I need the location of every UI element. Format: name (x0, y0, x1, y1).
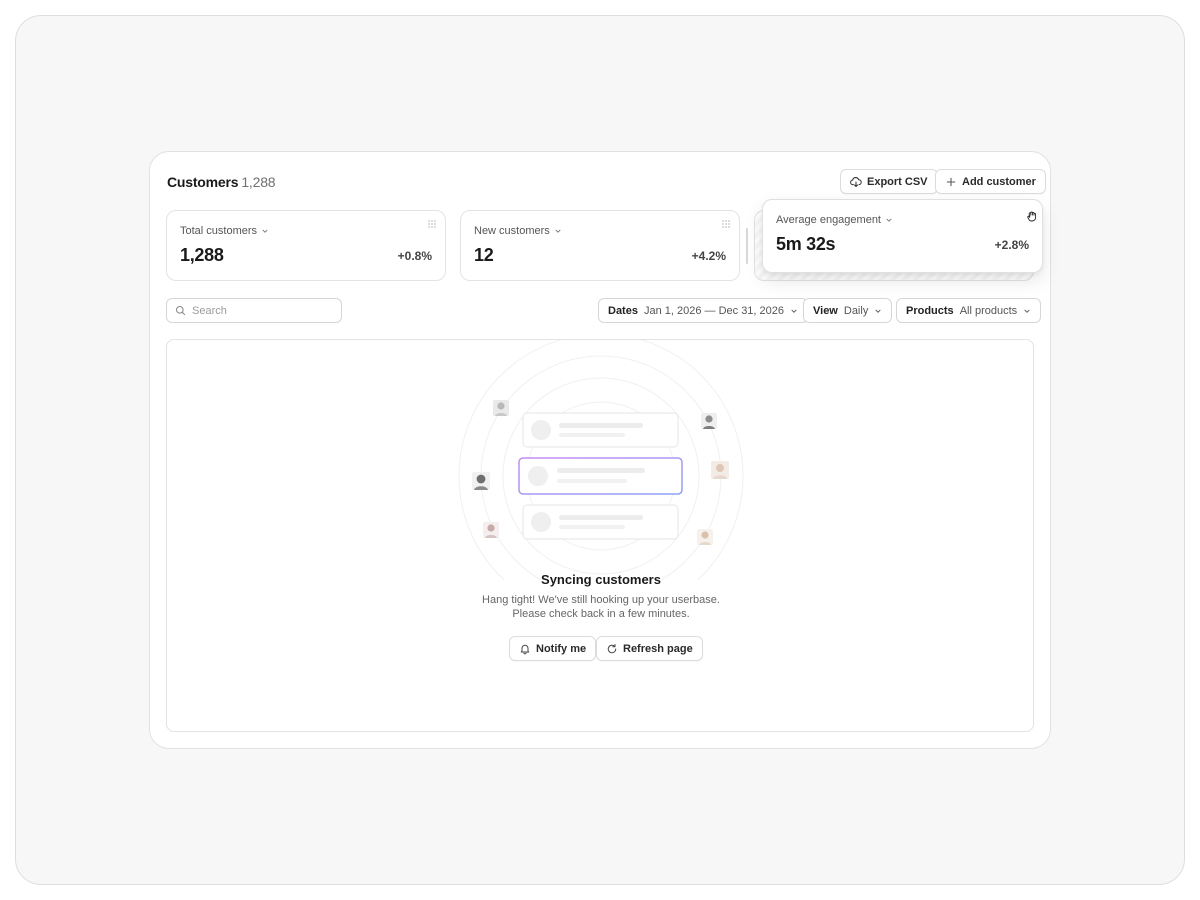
drag-handle-icon[interactable] (721, 219, 731, 229)
search-box[interactable] (166, 298, 342, 323)
filter-value: All products (959, 304, 1018, 317)
empty-state-desc-line: Hang tight! We've still hooking up your … (482, 594, 720, 606)
add-customer-button[interactable]: Add customer (935, 169, 1046, 194)
add-customer-label: Add customer (962, 175, 1036, 188)
page-title: Customers 1,288 (167, 174, 276, 190)
cloud-download-icon (850, 176, 862, 187)
chevron-down-icon (555, 229, 561, 233)
search-icon (175, 305, 186, 316)
metric-card-total-customers[interactable]: Total customers 1,288 +0.8% (166, 210, 446, 281)
syncing-illustration (458, 340, 744, 580)
metric-card-new-customers[interactable]: New customers 12 +4.2% (460, 210, 740, 281)
grab-hand-cursor-icon (1027, 211, 1037, 222)
filter-label: View (813, 304, 838, 317)
metric-label: Total customers (180, 225, 258, 237)
metric-label-wrap[interactable]: New customers (474, 225, 562, 237)
drag-handle-icon[interactable] (427, 219, 437, 229)
metric-value: 12 (474, 245, 494, 265)
chevron-down-icon (262, 229, 268, 233)
metric-label-wrap[interactable]: Average engagement (776, 214, 893, 226)
export-csv-label: Export CSV (867, 175, 928, 188)
metric-delta: +4.2% (691, 249, 726, 263)
chevron-down-icon (1024, 309, 1030, 313)
customer-count: 1,288 (241, 174, 276, 190)
empty-state-title: Syncing customers (541, 572, 661, 587)
metric-value: 5m 32s (776, 234, 836, 254)
notify-me-label: Notify me (536, 642, 587, 655)
empty-state-panel: Syncing customers Hang tight! We've stil… (166, 339, 1034, 732)
export-csv-button[interactable]: Export CSV (840, 169, 938, 194)
filter-value: Jan 1, 2026 — Dec 31, 2026 (643, 304, 785, 317)
empty-state-desc-line: Please check back in a few minutes. (512, 608, 690, 620)
empty-state-description: Hang tight! We've still hooking up your … (167, 593, 1035, 621)
refresh-page-button[interactable]: Refresh page (596, 636, 703, 661)
search-input[interactable] (192, 304, 332, 317)
page-title-text: Customers (167, 174, 239, 190)
dates-filter[interactable]: Dates Jan 1, 2026 — Dec 31, 2026 (598, 298, 809, 323)
view-filter[interactable]: View Daily (803, 298, 893, 323)
metric-label-wrap[interactable]: Total customers (180, 225, 269, 237)
metric-delta: +0.8% (397, 249, 432, 263)
metric-label: Average engagement (776, 214, 881, 226)
drop-indicator (746, 228, 748, 264)
metric-label: New customers (474, 225, 550, 237)
filter-value: Daily (843, 304, 869, 317)
filter-label: Products (906, 304, 954, 317)
refresh-icon (607, 643, 617, 653)
customers-card: Customers 1,288 Export CSV Add customer T… (149, 151, 1051, 749)
filter-label: Dates (608, 304, 638, 317)
refresh-page-label: Refresh page (623, 642, 693, 655)
chevron-down-icon (875, 309, 881, 313)
plus-icon (946, 177, 956, 186)
metric-value: 1,288 (180, 245, 224, 265)
notify-me-button[interactable]: Notify me (509, 636, 597, 661)
products-filter[interactable]: Products All products (896, 298, 1042, 323)
metric-card-average-engagement[interactable]: Average engagement 5m 32s +2.8% (762, 199, 1043, 273)
chevron-down-icon (791, 309, 797, 313)
metric-delta: +2.8% (994, 238, 1029, 252)
chevron-down-icon (886, 218, 892, 222)
bell-icon (520, 644, 530, 654)
